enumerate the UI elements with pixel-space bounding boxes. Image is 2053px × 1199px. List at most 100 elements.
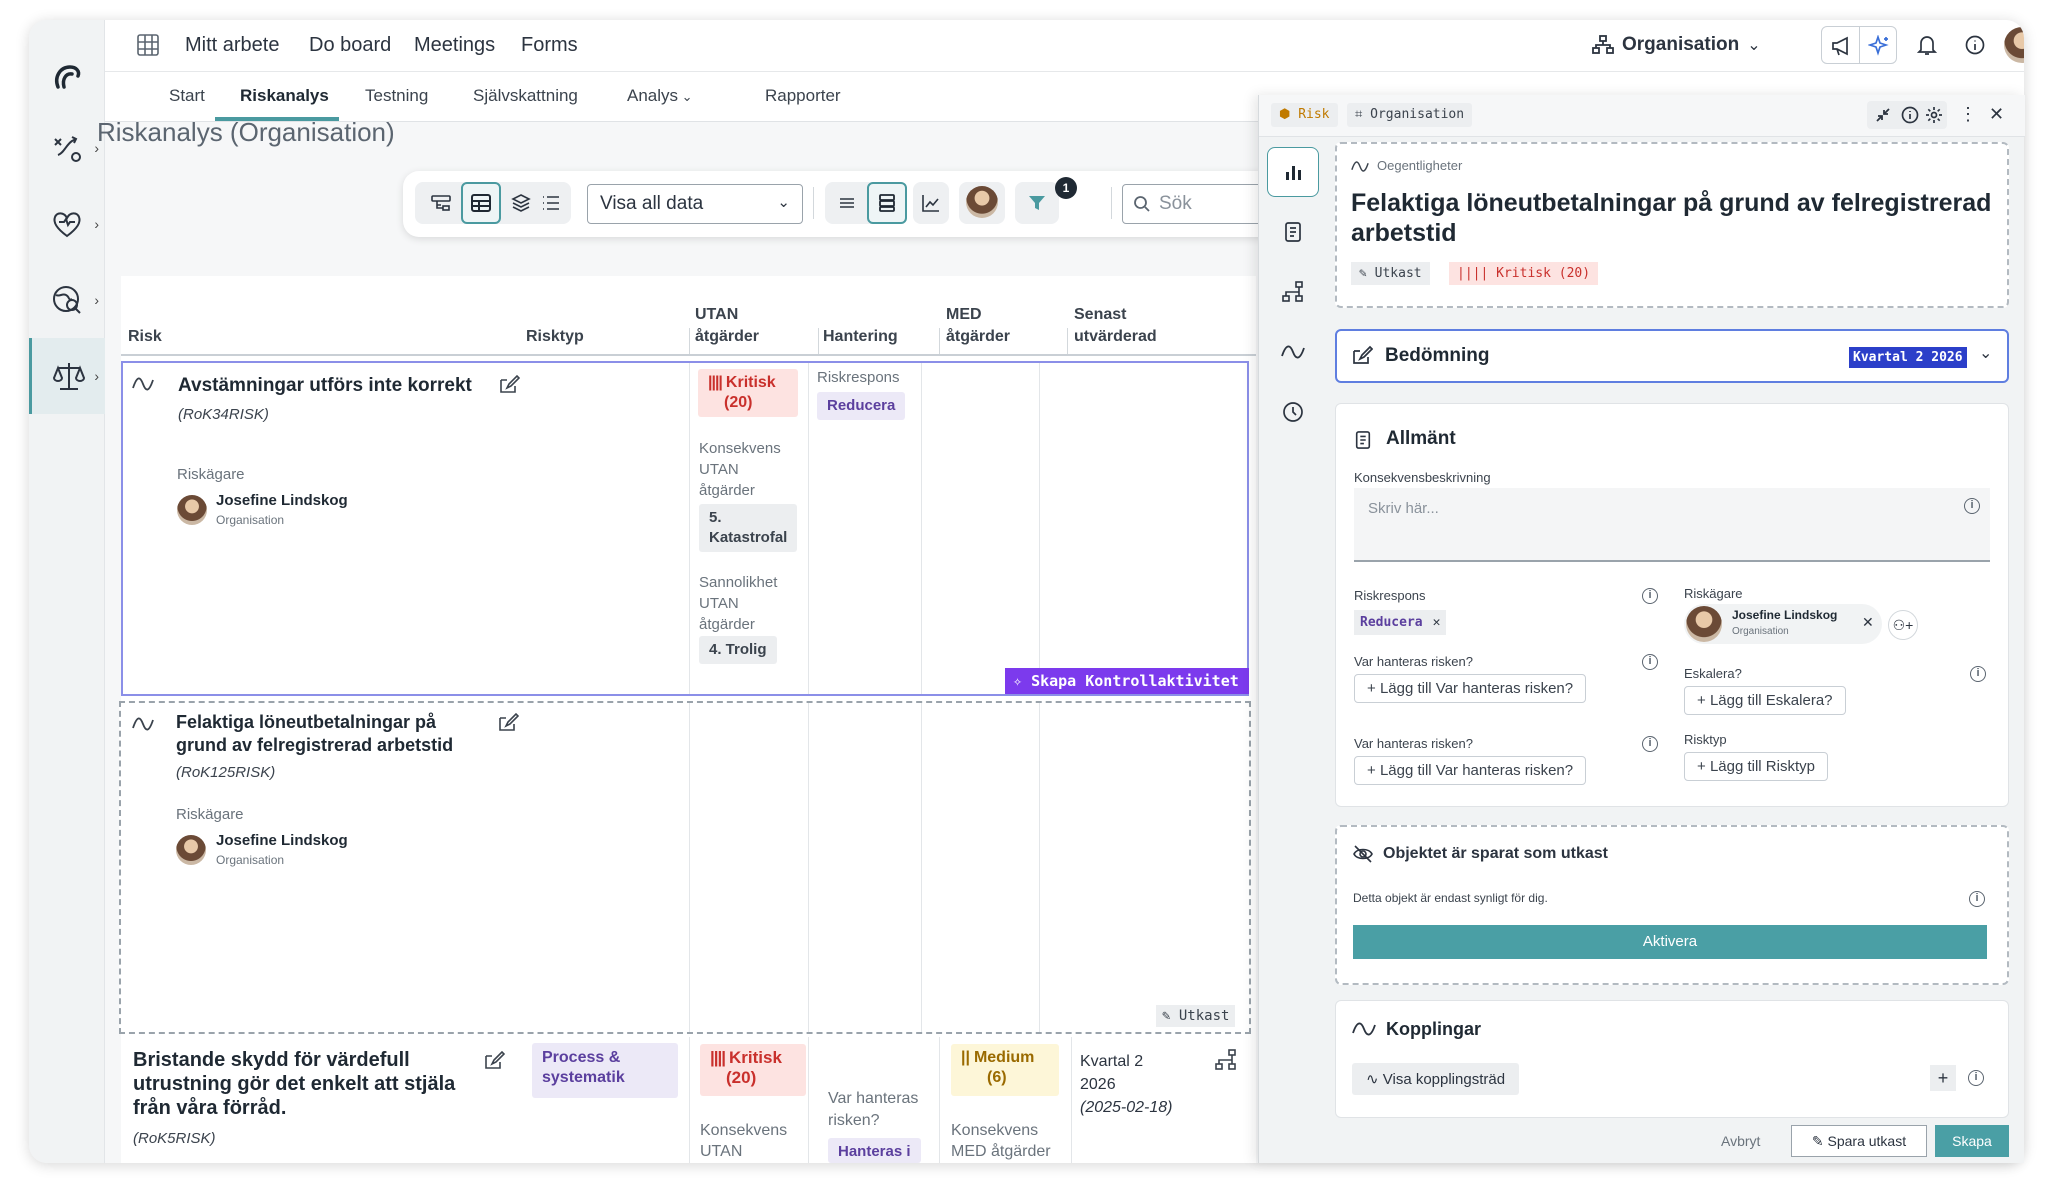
row-title[interactable]: Felaktiga löneutbetalningar på grund av … bbox=[176, 711, 453, 757]
col-hantering[interactable]: Hantering bbox=[823, 326, 898, 348]
col-senast[interactable]: Senast utvärderad bbox=[1074, 304, 1157, 348]
create-control-activity-button[interactable]: ✧ Skapa Kontrollaktivitet bbox=[1005, 668, 1249, 694]
table-view-icon[interactable] bbox=[461, 182, 501, 224]
quick-actions-group bbox=[1821, 26, 1897, 64]
assessment-label: Bedömning bbox=[1385, 345, 1490, 366]
ai-sparkle-icon[interactable] bbox=[1868, 35, 1890, 57]
med-consequence-line2: MED åtgärder bbox=[951, 1143, 1051, 1160]
tab-rapporter[interactable]: Rapporter bbox=[765, 86, 841, 106]
divider bbox=[939, 1037, 940, 1163]
add-risktyp-button[interactable]: + Lägg till Risktyp bbox=[1684, 752, 1828, 781]
megaphone-icon[interactable] bbox=[1830, 35, 1852, 57]
info-icon[interactable]: i bbox=[1642, 736, 1658, 752]
add-eskalera-button[interactable]: + Lägg till Eskalera? bbox=[1684, 686, 1846, 715]
remove-icon[interactable]: ✕ bbox=[1433, 615, 1441, 630]
assessment-selector[interactable]: Bedömning Kvartal 2 2026 ⌄ bbox=[1335, 329, 2009, 383]
cancel-button[interactable]: Avbryt bbox=[1721, 1133, 1760, 1149]
risktyp-chip: Process & systematik bbox=[532, 1043, 678, 1098]
divider bbox=[813, 187, 814, 219]
nav-mitt-arbete[interactable]: Mitt arbete bbox=[185, 34, 279, 57]
add-user-icon[interactable]: ⚇+ bbox=[1888, 610, 1918, 640]
col-risktyp[interactable]: Risktyp bbox=[526, 326, 584, 348]
info-icon[interactable]: i bbox=[1964, 498, 1980, 514]
activate-button[interactable]: Aktivera bbox=[1353, 925, 1987, 959]
info-icon[interactable] bbox=[1965, 35, 1985, 55]
more-menu-icon[interactable]: ⋮ bbox=[1959, 104, 1977, 125]
info-icon[interactable]: i bbox=[1642, 654, 1658, 670]
list-view-icon[interactable] bbox=[531, 182, 571, 224]
info-icon[interactable]: i bbox=[1968, 1070, 1984, 1086]
panel-nav-overview[interactable] bbox=[1267, 147, 1319, 197]
nav-do-board[interactable]: Do board bbox=[309, 34, 391, 57]
remove-owner-icon[interactable]: ✕ bbox=[1862, 614, 1874, 631]
divider bbox=[1071, 1037, 1072, 1163]
scale-icon[interactable]: › bbox=[29, 338, 105, 414]
tab-riskanalys[interactable]: Riskanalys bbox=[240, 86, 329, 106]
med-consequence-line1: Konsekvens bbox=[951, 1122, 1039, 1139]
info-icon[interactable]: i bbox=[1969, 891, 1985, 907]
compact-density-icon[interactable] bbox=[827, 182, 867, 224]
owner-filter-avatar[interactable] bbox=[966, 186, 998, 218]
panel-nav-connections[interactable] bbox=[1267, 327, 1319, 377]
tab-analys[interactable]: Analys ⌄ bbox=[627, 86, 693, 106]
add-var-hanteras-button[interactable]: + Lägg till Var hanteras risken? bbox=[1354, 674, 1587, 703]
settings-icon[interactable] bbox=[1925, 106, 1943, 124]
risk-score-text: (20) bbox=[726, 1068, 757, 1087]
create-button[interactable]: Skapa bbox=[1935, 1125, 2009, 1157]
info-icon[interactable]: i bbox=[1970, 666, 1986, 682]
add-var-hanteras-button-2[interactable]: + Lägg till Var hanteras risken? bbox=[1354, 756, 1587, 785]
logo-icon[interactable] bbox=[29, 40, 105, 116]
tab-testning[interactable]: Testning bbox=[365, 86, 428, 106]
row-title[interactable]: Avstämningar utförs inte korrekt bbox=[178, 374, 472, 397]
table-row[interactable] bbox=[121, 361, 1249, 696]
divider bbox=[808, 1037, 809, 1163]
edit-icon[interactable] bbox=[497, 712, 519, 732]
collapse-icon[interactable] bbox=[1875, 107, 1891, 123]
tab-sjalvskattning[interactable]: Självskattning bbox=[473, 86, 578, 106]
last-evaluated-3: (2025-02-18) bbox=[1080, 1099, 1173, 1116]
filter-icon[interactable] bbox=[1017, 182, 1057, 224]
data-filter-select[interactable]: Visa all data ⌄ bbox=[587, 184, 803, 224]
bar-chart-icon bbox=[1286, 166, 1301, 180]
hierarchy-icon[interactable] bbox=[1215, 1049, 1237, 1071]
expanded-density-icon[interactable] bbox=[867, 182, 907, 224]
user-avatar[interactable] bbox=[2004, 27, 2024, 63]
panel-nav-hierarchy[interactable] bbox=[1267, 267, 1319, 317]
last-evaluated-1: Kvartal 2 bbox=[1080, 1053, 1144, 1070]
col-risk[interactable]: Risk bbox=[128, 326, 162, 348]
info-icon[interactable] bbox=[1901, 106, 1919, 124]
riskrespons-chip-text: Reducera bbox=[1360, 615, 1423, 630]
show-tree-button[interactable]: ∿ Visa kopplingsträd bbox=[1352, 1063, 1520, 1095]
add-connection-icon[interactable]: + bbox=[1930, 1065, 1956, 1091]
bell-icon[interactable] bbox=[1917, 34, 1937, 56]
panel-nav-history[interactable] bbox=[1267, 387, 1319, 437]
consequence-desc-input[interactable]: Skriv här... i bbox=[1354, 488, 1990, 562]
org-selector[interactable]: Organisation ⌄ bbox=[1592, 34, 1761, 56]
nav-forms[interactable]: Forms bbox=[521, 34, 578, 57]
edit-icon[interactable] bbox=[483, 1050, 505, 1070]
edit-icon[interactable] bbox=[498, 374, 520, 394]
hierarchy-view-icon[interactable] bbox=[421, 182, 461, 224]
risk-title[interactable]: Felaktiga löneutbetalningar på grund av … bbox=[1351, 188, 2001, 248]
row-code: (RoK34RISK) bbox=[178, 406, 269, 423]
col-med[interactable]: MED åtgärder bbox=[946, 304, 1010, 348]
globe-search-icon[interactable]: › bbox=[29, 262, 105, 338]
apps-grid-icon[interactable] bbox=[137, 34, 159, 56]
risk-level-text: Kritisk bbox=[725, 374, 776, 391]
strategy-icon[interactable]: › bbox=[29, 110, 105, 186]
plus-icon: + bbox=[1697, 692, 1710, 709]
owner-name[interactable]: Josefine Lindskog bbox=[216, 492, 348, 509]
owner-name[interactable]: Josefine Lindskog bbox=[216, 832, 348, 849]
tab-start[interactable]: Start bbox=[169, 86, 205, 106]
consequence-value-2: Katastrofal bbox=[709, 529, 788, 546]
heart-icon[interactable]: › bbox=[29, 186, 105, 262]
close-icon[interactable]: ✕ bbox=[1989, 104, 2004, 125]
row-title[interactable]: Bristande skydd för värdefull utrustning… bbox=[133, 1048, 455, 1120]
line-chart-icon[interactable] bbox=[911, 182, 951, 224]
nav-meetings[interactable]: Meetings bbox=[414, 34, 495, 57]
divider bbox=[689, 1037, 690, 1163]
info-icon[interactable]: i bbox=[1642, 588, 1658, 604]
save-draft-button[interactable]: ✎ Spara utkast bbox=[1791, 1125, 1927, 1157]
panel-nav-document[interactable] bbox=[1267, 207, 1319, 257]
col-utan[interactable]: UTAN åtgärder bbox=[695, 304, 759, 348]
